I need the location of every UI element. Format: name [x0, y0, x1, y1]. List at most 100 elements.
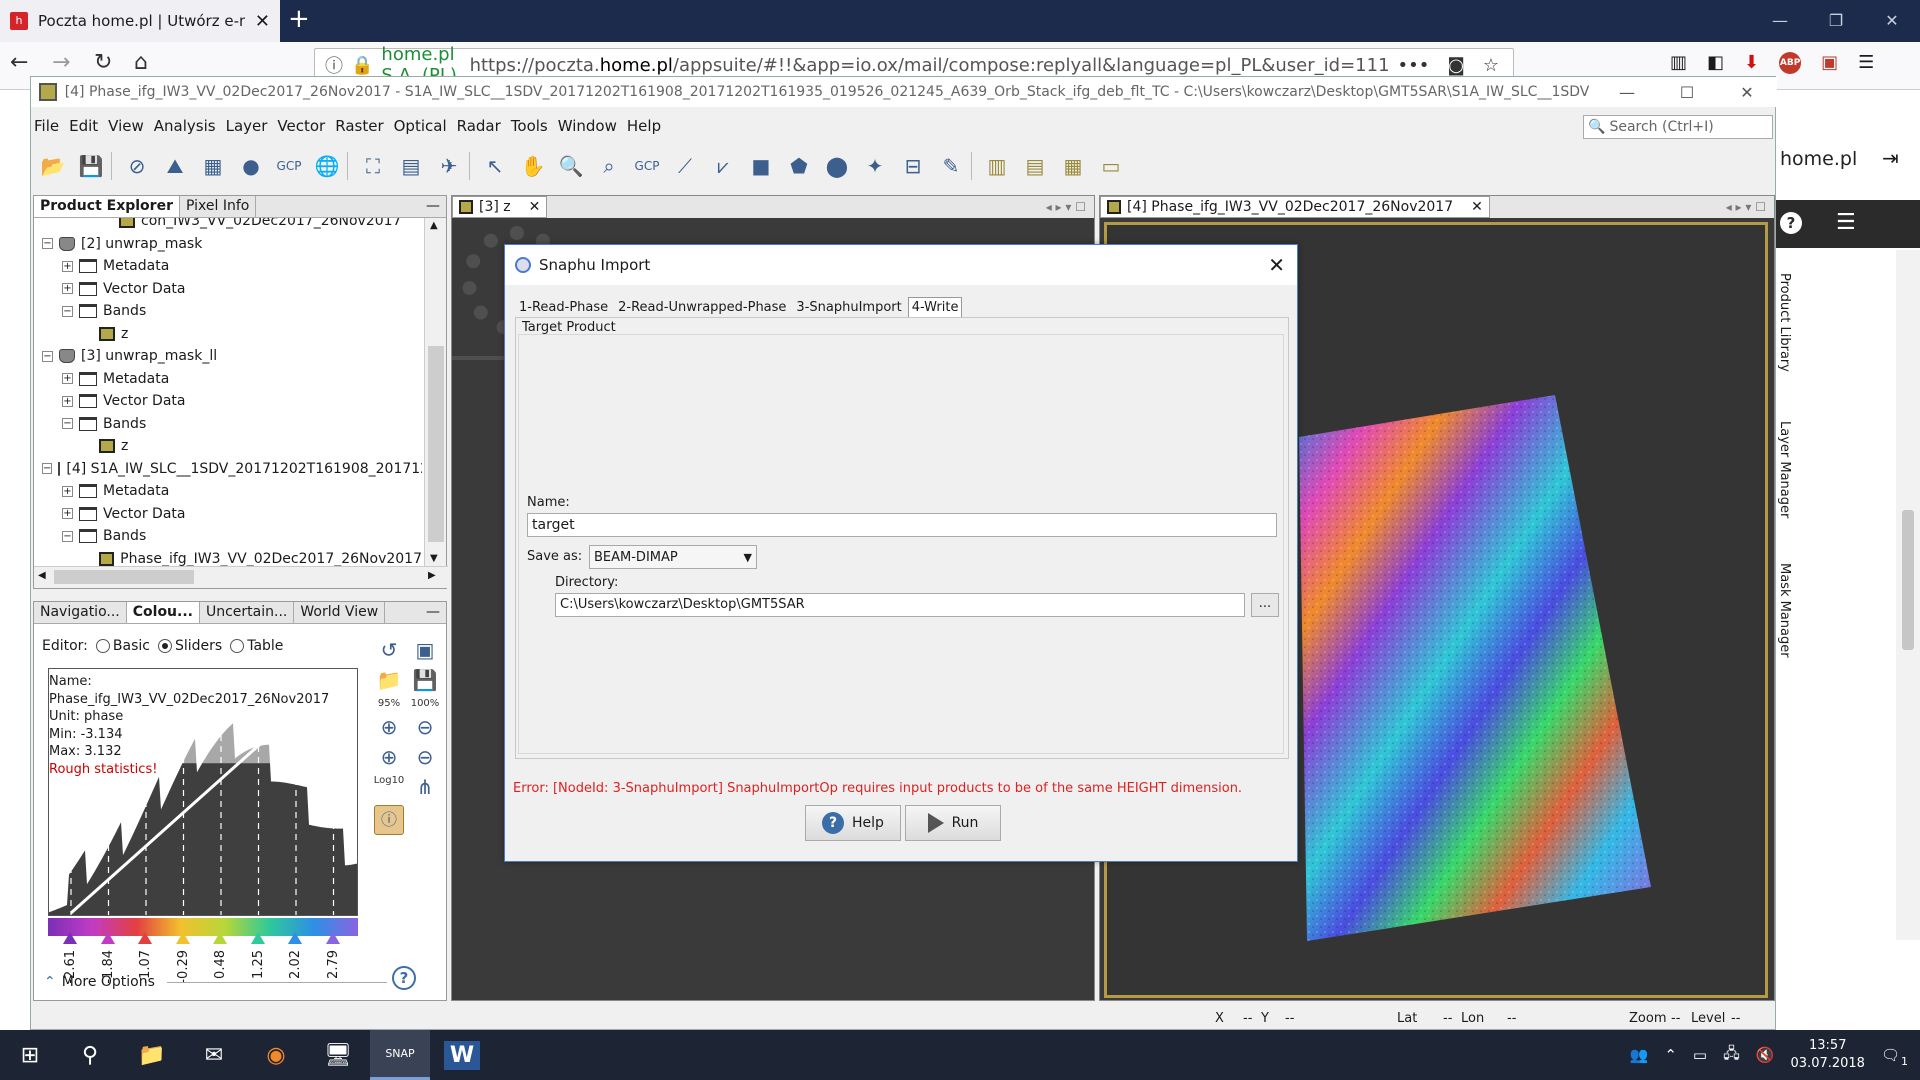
mode-sliders[interactable]: Sliders — [157, 638, 222, 654]
reload-icon[interactable]: ↻ — [94, 50, 112, 75]
colour-slider-handle[interactable] — [100, 932, 115, 944]
tree-node[interactable]: + Metadata — [34, 255, 422, 278]
mode-table[interactable]: Table — [230, 638, 283, 654]
panel-minimize-icon[interactable]: — — [420, 196, 446, 217]
graticule-icon[interactable]: ▦ — [195, 149, 231, 183]
colour-slider-handle[interactable] — [175, 932, 190, 944]
people-icon[interactable]: 👥 — [1630, 1046, 1649, 1064]
view1-tab[interactable]: [3] z ✕ — [452, 196, 548, 218]
tab-pixel-info[interactable]: Pixel Info — [180, 196, 257, 217]
snap-search-input[interactable]: 🔍 Search (Ctrl+I) — [1583, 115, 1773, 139]
help-button[interactable]: ? Help — [805, 805, 901, 841]
forward-icon[interactable]: → — [52, 50, 70, 75]
colour-slider-handle[interactable] — [138, 932, 152, 944]
run-button[interactable]: Run — [905, 805, 1001, 841]
band-maths-icon[interactable]: ⊘ — [119, 149, 155, 183]
colour-slider-handle[interactable] — [288, 932, 302, 944]
webpage-scroll-thumb[interactable] — [1902, 510, 1914, 650]
save-product-icon[interactable]: 💾 — [73, 149, 109, 183]
view-nav-icon[interactable]: ◂ ▸ ▾ ☐ — [1046, 200, 1086, 214]
collapse-icon[interactable]: − — [62, 418, 73, 430]
logout-icon[interactable]: ⇥ — [1882, 146, 1899, 170]
tab-read-phase[interactable]: 1-Read-Phase — [515, 297, 612, 318]
download-icon[interactable]: ⬇ — [1744, 52, 1759, 74]
save-palette-icon[interactable]: 💾 — [413, 668, 438, 692]
network-icon[interactable]: 🖧 — [1723, 1043, 1740, 1068]
radio-basic[interactable] — [95, 639, 110, 653]
tab-uncertainty[interactable]: Uncertain... — [200, 602, 295, 623]
close-tab-icon[interactable]: ✕ — [255, 11, 270, 32]
subset-icon[interactable]: ⛰ — [157, 149, 193, 183]
expand-icon[interactable]: + — [62, 283, 73, 295]
tab-product-explorer[interactable]: Product Explorer — [34, 196, 180, 217]
layer-manager-tab[interactable]: Layer Manager — [1777, 421, 1792, 518]
help-icon[interactable]: ? — [1780, 212, 1802, 234]
snap-taskbar-icon[interactable]: SNAP — [370, 1030, 430, 1080]
bookmark-star-icon[interactable]: ☆ — [1483, 55, 1499, 76]
tab-navigation[interactable]: Navigatio... — [34, 602, 127, 623]
snap-close-icon[interactable]: ✕ — [1717, 83, 1777, 102]
menu-vector[interactable]: Vector — [274, 117, 328, 139]
battery-icon[interactable]: ▭ — [1693, 1046, 1707, 1064]
tree-horizontal-scrollbar[interactable]: ◀ ▶ — [34, 566, 448, 588]
site-info-icon[interactable]: ⓘ — [325, 52, 343, 78]
restore-icon[interactable]: ❐ — [1808, 0, 1864, 42]
draw-polygon-icon[interactable]: ⬟ — [781, 149, 817, 183]
draw-polyline-icon[interactable]: ⩗ — [705, 149, 741, 183]
menu-view[interactable]: View — [105, 117, 147, 139]
close-window-icon[interactable]: ✕ — [1864, 0, 1920, 42]
hamburger-icon[interactable]: ☰ — [1836, 210, 1856, 235]
snap-maximize-icon[interactable]: ☐ — [1657, 83, 1717, 102]
menu-edit[interactable]: Edit — [66, 117, 101, 139]
menu-help[interactable]: Help — [624, 117, 664, 139]
tree-node[interactable]: − [4] S1A_IW_SLC__1SDV_20171202T161908_20… — [34, 458, 422, 481]
directory-input[interactable]: C:\Users\kowczarz\Desktop\GMT5SAR — [555, 593, 1245, 617]
expand-icon[interactable]: + — [62, 373, 73, 385]
pin-manager-icon[interactable]: ● — [233, 149, 269, 183]
clock[interactable]: 13:57 03.07.2018 — [1791, 1037, 1865, 1073]
menu-layer[interactable]: Layer — [223, 117, 271, 139]
collapse-icon[interactable]: − — [42, 463, 53, 475]
draw-rectangle-icon[interactable]: ■ — [743, 149, 779, 183]
pen-icon[interactable]: ✎ — [933, 149, 969, 183]
menu-raster[interactable]: Raster — [332, 117, 386, 139]
tab-read-unwrapped-phase[interactable]: 2-Read-Unwrapped-Phase — [614, 297, 790, 318]
colour-slider-handle[interactable] — [63, 932, 77, 944]
radio-sliders[interactable] — [157, 639, 172, 653]
remote-desktop-icon[interactable]: 🖥 — [308, 1030, 368, 1080]
tab-world-view[interactable]: World View — [294, 602, 386, 623]
sar-tool-icon[interactable]: ✈ — [431, 149, 467, 183]
scroll-left-icon[interactable]: ◀ — [38, 570, 46, 581]
range-95-button[interactable]: 95% — [378, 698, 400, 709]
zoom-out-vertical-icon[interactable]: ⊖ — [417, 715, 434, 739]
mail-icon[interactable]: ✉ — [184, 1030, 244, 1080]
colour-help-icon[interactable]: ? — [392, 966, 416, 990]
menu-icon[interactable]: ☰ — [1858, 52, 1874, 74]
library-icon[interactable]: ▥ — [1670, 52, 1687, 74]
adblock-icon[interactable]: ABP — [1779, 52, 1802, 74]
mode-basic[interactable]: Basic — [95, 638, 150, 654]
scroll-up-icon[interactable]: ▲ — [430, 220, 438, 231]
tree-node[interactable]: + Metadata — [34, 480, 422, 503]
menu-radar[interactable]: Radar — [454, 117, 504, 139]
range-finder-icon[interactable]: ⊟ — [895, 149, 931, 183]
histogram[interactable]: Name: Phase_ifg_IW3_VV_02Dec2017_26Nov20… — [48, 668, 358, 916]
collapse-icon[interactable]: − — [62, 530, 73, 542]
close-view-icon[interactable]: ✕ — [529, 199, 541, 215]
batch-processing-icon[interactable]: ▤ — [393, 149, 429, 183]
menu-optical[interactable]: Optical — [391, 117, 450, 139]
tile-vertical-icon[interactable]: ▦ — [1055, 149, 1091, 183]
home-icon[interactable]: ⌂ — [134, 50, 148, 75]
tab-colour-manipulation[interactable]: Colou... — [126, 602, 200, 623]
world-map-icon[interactable]: 🌐 — [309, 149, 345, 183]
tree-node[interactable]: − [2] unwrap_mask — [34, 233, 422, 256]
word-taskbar-icon[interactable]: W — [432, 1030, 492, 1080]
tile-horizontal-icon[interactable]: ▤ — [1017, 149, 1053, 183]
log-scale-button[interactable]: Log10 — [374, 775, 405, 799]
import-palette-icon[interactable]: ▣ — [416, 638, 435, 662]
sidebar-icon[interactable]: ◧ — [1707, 52, 1724, 74]
tree-node[interactable]: z — [34, 323, 422, 346]
expand-icon[interactable]: + — [62, 485, 73, 497]
distribute-sliders-icon[interactable]: ⋔ — [417, 775, 434, 799]
graph-builder-icon[interactable]: ⛶ — [355, 149, 391, 183]
